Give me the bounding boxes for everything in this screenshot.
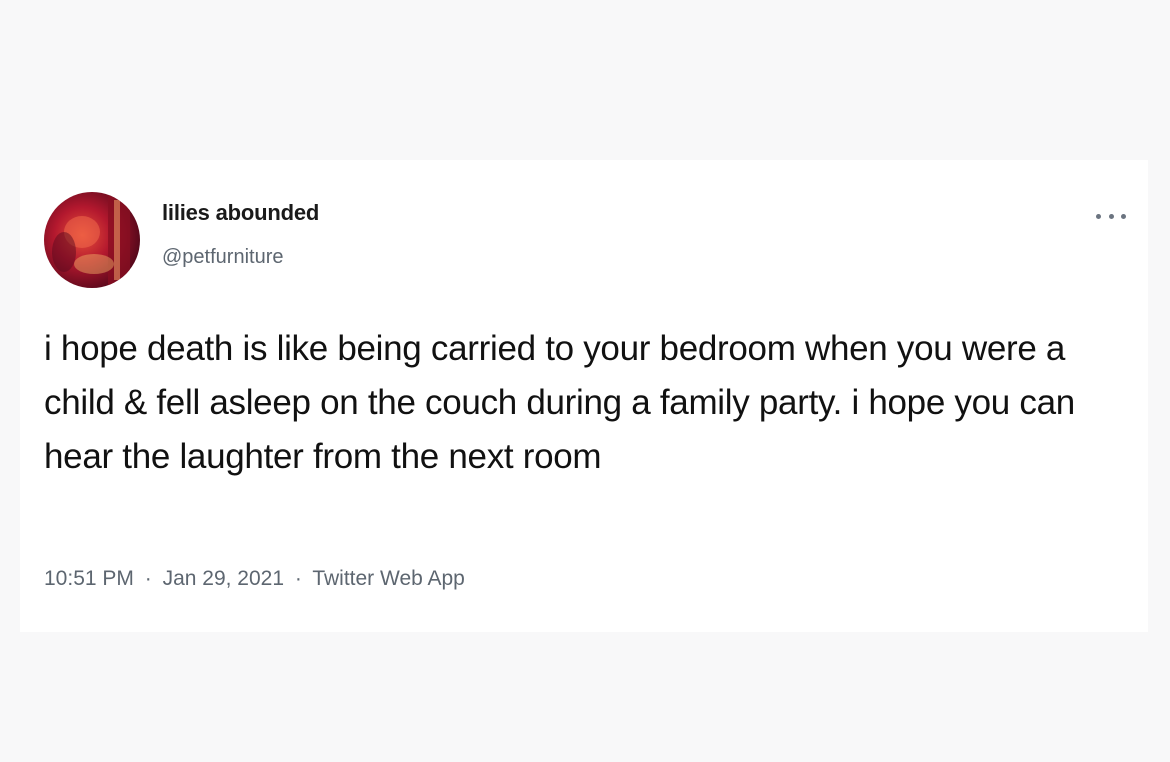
- profile-photo-avatar-icon: [44, 192, 140, 288]
- ellipsis-dot: [1121, 213, 1126, 219]
- tweet-meta: 10:51 PM · Jan 29, 2021 · Twitter Web Ap…: [44, 567, 465, 591]
- tweet-card: lilies abounded @petfurniture i hope dea…: [20, 160, 1148, 632]
- ellipsis-dot: [1108, 213, 1114, 219]
- ellipsis-dot: [1096, 213, 1101, 219]
- tweet-source-link[interactable]: Twitter Web App: [312, 567, 465, 590]
- author-handle[interactable]: @petfurniture: [162, 246, 283, 269]
- author-display-name[interactable]: lilies abounded: [162, 200, 319, 226]
- tweet-date[interactable]: Jan 29, 2021: [163, 567, 284, 590]
- tweet-text: i hope death is like being carried to yo…: [44, 329, 1075, 476]
- ellipsis-icon[interactable]: [1096, 210, 1126, 222]
- meta-separator: ·: [144, 567, 152, 590]
- tweet-time[interactable]: 10:51 PM: [44, 567, 134, 590]
- avatar[interactable]: [44, 192, 140, 288]
- meta-separator: ·: [294, 567, 302, 590]
